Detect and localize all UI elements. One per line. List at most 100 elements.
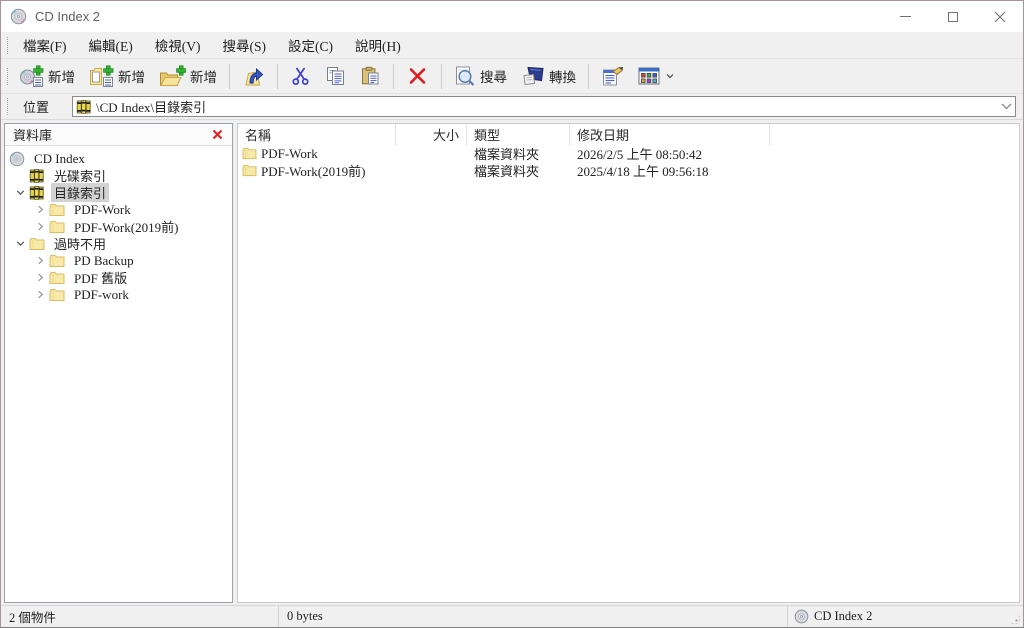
new-index-button[interactable]: 新增: [83, 62, 151, 90]
search-button[interactable]: 搜尋: [448, 62, 513, 90]
addressbar-gripper[interactable]: [7, 98, 8, 115]
delete-button[interactable]: [400, 63, 435, 89]
convert-button[interactable]: 轉換: [515, 62, 582, 90]
new-disc-button[interactable]: 新增: [13, 62, 81, 90]
menu-settings[interactable]: 設定(C): [277, 32, 344, 58]
list-row-pdf-work[interactable]: PDF-Work 檔案資料夾 2026/2/5 上午 08:50:42: [238, 145, 1019, 162]
tree-item-pdf-work[interactable]: PDF-Work: [5, 201, 232, 218]
paste-button[interactable]: [354, 63, 387, 89]
cut-scissors-icon: [290, 66, 311, 86]
menu-help[interactable]: 說明(H): [344, 32, 412, 58]
chevron-down-icon[interactable]: [11, 188, 29, 197]
search-label: 搜尋: [480, 66, 507, 86]
new-folder-label: 新增: [190, 66, 217, 86]
tree-item-pd-backup[interactable]: PD Backup: [5, 252, 232, 269]
properties-button[interactable]: [595, 63, 630, 90]
file-name-cell: PDF-Work: [238, 146, 396, 162]
tree-item-label: CD Index: [31, 151, 88, 167]
location-path[interactable]: \CD Index\目錄索引: [96, 97, 997, 116]
chevron-right-icon[interactable]: [31, 273, 49, 282]
new-index-label: 新增: [118, 66, 145, 86]
new-index-icon: [89, 65, 114, 87]
status-object-count: 2 個物件: [1, 606, 278, 627]
import-button[interactable]: [236, 62, 271, 90]
status-app-name: CD Index 2: [814, 609, 872, 624]
menu-search[interactable]: 搜尋(S): [212, 32, 278, 58]
close-button[interactable]: [976, 1, 1023, 32]
chevron-right-icon[interactable]: [31, 222, 49, 231]
chevron-right-icon[interactable]: [31, 205, 49, 214]
column-header-type[interactable]: 類型: [467, 124, 570, 145]
column-header-name[interactable]: 名稱: [238, 124, 396, 145]
database-panel-title: 資料庫: [13, 125, 210, 144]
minimize-button[interactable]: [882, 1, 929, 32]
location-combobox[interactable]: \CD Index\目錄索引: [72, 96, 1016, 117]
new-folder-button[interactable]: 新增: [153, 62, 223, 90]
folder-icon: [29, 236, 46, 252]
view-mode-button[interactable]: [632, 64, 680, 88]
tree-item-obsolete[interactable]: 過時不用: [5, 235, 232, 252]
file-name-cell: PDF-Work(2019前): [238, 161, 396, 180]
location-dropdown-chevron-icon[interactable]: [997, 103, 1015, 110]
tree-item-directory-index[interactable]: 目錄索引: [5, 184, 232, 201]
index-books-icon: [76, 99, 92, 115]
panel-close-x-icon: [212, 129, 223, 140]
chevron-down-icon[interactable]: [11, 239, 29, 248]
close-icon: [994, 11, 1006, 23]
panel-close-button[interactable]: [210, 127, 225, 142]
minimize-icon: [900, 16, 911, 17]
tree-item-pdf-work-lower[interactable]: PDF-work: [5, 286, 232, 303]
file-name: PDF-Work: [261, 146, 318, 162]
cd-disc-icon: [9, 151, 26, 167]
tree-item-pdf-old[interactable]: PDF 舊版: [5, 269, 232, 286]
folder-icon: [49, 219, 66, 235]
tree-item-disc-index[interactable]: 光碟索引: [5, 167, 232, 184]
tree-item-cd-index[interactable]: CD Index: [5, 150, 232, 167]
folder-icon: [242, 164, 257, 177]
menu-edit[interactable]: 編輯(E): [78, 32, 144, 58]
paste-icon: [360, 66, 381, 86]
chevron-right-icon[interactable]: [31, 256, 49, 265]
view-mode-caret-icon[interactable]: [666, 73, 674, 79]
tree-item-pdf-work-2019[interactable]: PDF-Work(2019前): [5, 218, 232, 235]
file-name: PDF-Work(2019前): [261, 161, 365, 180]
new-folder-icon: [159, 65, 186, 87]
maximize-button[interactable]: [929, 1, 976, 32]
database-panel: 資料庫 CD Index 光碟索引: [4, 123, 233, 603]
list-body: PDF-Work 檔案資料夾 2026/2/5 上午 08:50:42 PDF-…: [238, 145, 1019, 602]
column-header-size[interactable]: 大小: [396, 124, 467, 145]
toolbar-separator: [441, 64, 442, 89]
app-window: CD Index 2 檔案(F) 編輯(E) 檢視(V) 搜尋(S) 設定(C)…: [0, 0, 1024, 628]
column-header-date[interactable]: 修改日期: [570, 124, 770, 145]
folder-icon: [49, 270, 66, 286]
list-row-pdf-work-2019[interactable]: PDF-Work(2019前) 檔案資料夾 2025/4/18 上午 09:56…: [238, 162, 1019, 179]
chevron-right-icon[interactable]: [31, 290, 49, 299]
search-magnifier-icon: [454, 65, 476, 87]
tree-item-label: 目錄索引: [51, 183, 109, 202]
index-books-icon: [29, 168, 46, 184]
tree-item-label: PD Backup: [71, 253, 137, 269]
status-bar: 2 個物件 0 bytes CD Index 2: [1, 605, 1023, 627]
app-cd-icon: [10, 8, 27, 25]
index-books-icon: [29, 185, 46, 201]
folder-icon: [49, 287, 66, 303]
tree-item-label: PDF-Work: [71, 202, 134, 218]
database-tree: CD Index 光碟索引 目錄索引: [5, 146, 232, 602]
toolbar-separator: [229, 64, 230, 89]
cut-button[interactable]: [284, 63, 317, 89]
new-disc-label: 新增: [48, 66, 75, 86]
status-app-section: CD Index 2: [787, 606, 1007, 627]
menu-file[interactable]: 檔案(F): [12, 32, 78, 58]
resize-grip[interactable]: [1007, 611, 1023, 627]
copy-button[interactable]: [319, 63, 352, 89]
toolbar-separator: [588, 64, 589, 89]
address-bar: 位置 \CD Index\目錄索引: [1, 94, 1023, 120]
menu-bar: 檔案(F) 編輯(E) 檢視(V) 搜尋(S) 設定(C) 說明(H): [1, 32, 1023, 59]
menu-view[interactable]: 檢視(V): [144, 32, 212, 58]
list-column-headers: 名稱 大小 類型 修改日期: [238, 124, 1019, 145]
menubar-gripper[interactable]: [7, 37, 8, 54]
convert-icon: [521, 65, 545, 87]
database-panel-header: 資料庫: [5, 124, 232, 146]
toolbar-gripper[interactable]: [7, 68, 8, 85]
toolbar: 新增 新增 新增: [1, 59, 1023, 94]
